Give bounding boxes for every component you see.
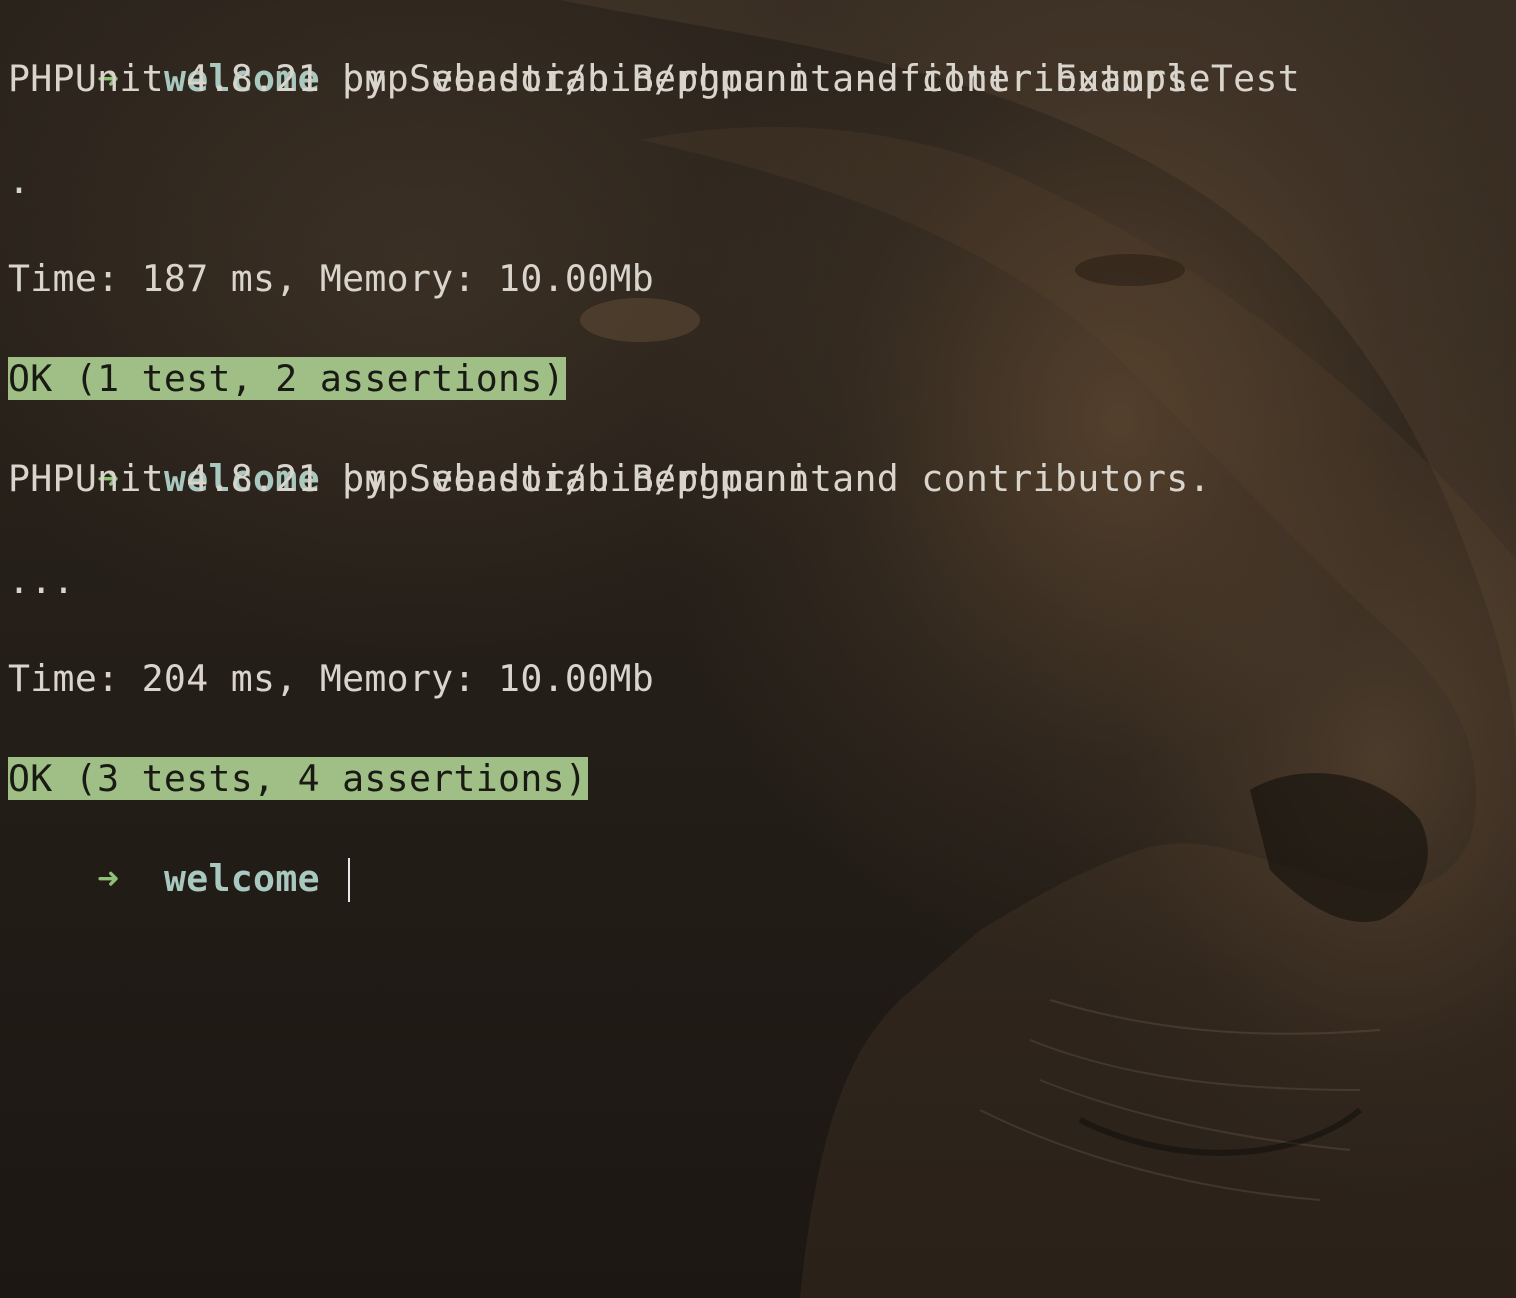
time-memory-line: Time: 187 ms, Memory: 10.00Mb (8, 257, 654, 300)
output-header: PHPUnit 4.8.21 by Sebastian Bergmann and… (8, 57, 1211, 100)
text-cursor (348, 857, 351, 902)
test-progress: . (8, 159, 31, 202)
prompt-arrow-icon: ➜ (97, 857, 120, 900)
prompt-line: ➜ welcome pmp vendor/bin/phpunit --filte… (8, 4, 1300, 100)
prompt-cwd: welcome (163, 857, 320, 900)
ok-status-badge: OK (3 tests, 4 assertions) (8, 757, 589, 800)
output-header: PHPUnit 4.8.21 by Sebastian Bergmann and… (8, 457, 1211, 500)
result-line: OK (1 test, 2 assertions) (8, 354, 566, 404)
prompt-line: ➜ welcome pmp vendor/bin/phpunit (8, 404, 832, 500)
test-progress: ... (8, 559, 75, 602)
terminal-window[interactable]: ➜ welcome pmp vendor/bin/phpunit --filte… (0, 0, 1516, 1298)
ok-status-badge: OK (1 test, 2 assertions) (8, 357, 566, 400)
active-prompt-line[interactable]: ➜ welcome (8, 804, 351, 902)
result-line: OK (3 tests, 4 assertions) (8, 754, 589, 804)
time-memory-line: Time: 204 ms, Memory: 10.00Mb (8, 657, 654, 700)
